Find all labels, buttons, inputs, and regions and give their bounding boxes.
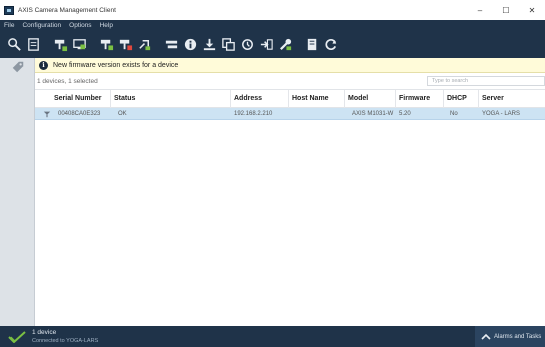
cell-dhcp: No: [450, 111, 458, 117]
add-device-green-icon[interactable]: [97, 36, 115, 54]
refresh-icon[interactable]: [322, 36, 340, 54]
maximize-button[interactable]: ☐: [493, 0, 519, 20]
upgrade-firmware-icon[interactable]: [162, 36, 180, 54]
search-input[interactable]: Type to search: [427, 76, 545, 86]
link-icon[interactable]: [135, 36, 153, 54]
connected-check-icon: [8, 331, 26, 343]
table-row[interactable]: 00408CA0E323 OK 192.168.2.210 AXIS M1031…: [35, 108, 545, 120]
menu-help[interactable]: Help: [96, 22, 117, 29]
tag-icon[interactable]: [0, 58, 35, 76]
app-icon: [4, 5, 14, 15]
column-server[interactable]: Server: [482, 90, 504, 109]
device-count: 1 devices, 1 selected: [37, 77, 98, 85]
notification-info-icon: i: [39, 60, 48, 70]
forward-icon[interactable]: [257, 36, 275, 54]
status-device-count: 1 device: [32, 329, 57, 336]
cell-firmware: 5.20: [399, 111, 411, 117]
menu-configuration[interactable]: Configuration: [18, 22, 65, 29]
alarms-and-tasks-button[interactable]: Alarms and Tasks: [475, 326, 545, 347]
cell-hostname: [292, 108, 344, 120]
left-rail: [0, 58, 35, 326]
column-host-name[interactable]: Host Name: [292, 90, 329, 109]
chevron-up-icon: [481, 333, 491, 340]
report-icon[interactable]: [24, 36, 42, 54]
table-header: Serial Number Status Address Host Name M…: [35, 89, 545, 109]
device-table: Serial Number Status Address Host Name M…: [35, 89, 545, 120]
title-bar: AXIS Camera Management Client – ☐ ✕: [0, 0, 545, 20]
camera-icon: [43, 111, 51, 118]
status-connection: Connected to YOGA-LARS: [32, 338, 99, 344]
cell-server: YOGA - LARS: [482, 111, 521, 117]
page-icon[interactable]: [303, 36, 321, 54]
cell-serial: 00408CA0E323: [58, 111, 101, 117]
window-controls: – ☐ ✕: [467, 0, 545, 20]
menu-file[interactable]: File: [0, 22, 18, 29]
minimize-button[interactable]: –: [467, 0, 493, 20]
assign-ip-icon[interactable]: [70, 36, 88, 54]
cell-status: OK: [118, 111, 127, 117]
list-subheader: 1 devices, 1 selected Type to search: [35, 73, 545, 89]
status-bar: 1 device Connected to YOGA-LARS Alarms a…: [0, 326, 545, 347]
window-title: AXIS Camera Management Client: [18, 6, 116, 14]
copy-config-icon[interactable]: [219, 36, 237, 54]
cell-model: AXIS M1031-W: [352, 111, 394, 117]
search-network-icon[interactable]: [5, 36, 23, 54]
column-address[interactable]: Address: [234, 90, 262, 109]
column-firmware[interactable]: Firmware: [399, 90, 430, 109]
remove-device-icon[interactable]: [116, 36, 134, 54]
restore-icon[interactable]: [238, 36, 256, 54]
menu-options[interactable]: Options: [65, 22, 95, 29]
close-button[interactable]: ✕: [519, 0, 545, 20]
column-dhcp[interactable]: DHCP: [447, 90, 467, 109]
column-model[interactable]: Model: [348, 90, 368, 109]
alarms-label: Alarms and Tasks: [494, 333, 542, 340]
install-icon[interactable]: [200, 36, 218, 54]
column-status[interactable]: Status: [114, 90, 135, 109]
tools-icon[interactable]: [276, 36, 294, 54]
add-device-icon[interactable]: [51, 36, 69, 54]
info-tool-icon[interactable]: [181, 36, 199, 54]
toolbar: [0, 31, 545, 58]
firmware-notification[interactable]: i New firmware version exists for a devi…: [35, 58, 545, 73]
cell-address: 192.168.2.210: [234, 111, 273, 117]
notification-text: New firmware version exists for a device: [53, 61, 179, 69]
menu-bar: File Configuration Options Help: [0, 20, 545, 31]
column-serial-number[interactable]: Serial Number: [54, 90, 101, 109]
